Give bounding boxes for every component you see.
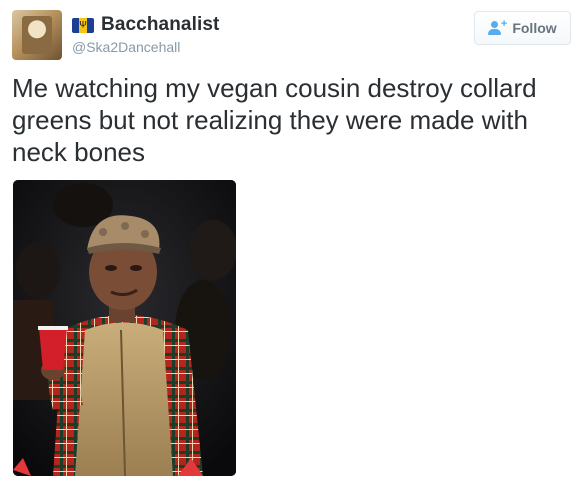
barbados-flag-icon: Ψ <box>72 17 94 33</box>
author-display-name[interactable]: Bacchanalist <box>101 14 219 36</box>
gif-illustration <box>13 180 236 476</box>
tweet-card: Ψ Bacchanalist @Ska2Dancehall + Follow M… <box>0 0 582 482</box>
user-avatar[interactable] <box>12 10 62 60</box>
follow-button[interactable]: + Follow <box>474 11 571 45</box>
avatar-photo <box>22 16 52 54</box>
follow-button-label: Follow <box>512 20 557 36</box>
author-handle[interactable]: @Ska2Dancehall <box>72 39 180 55</box>
tweet-media-image[interactable] <box>13 180 236 476</box>
tweet-text: Me watching my vegan cousin destroy coll… <box>12 73 537 167</box>
add-user-icon: + <box>488 19 507 35</box>
author-name-row[interactable]: Ψ Bacchanalist <box>72 14 219 36</box>
